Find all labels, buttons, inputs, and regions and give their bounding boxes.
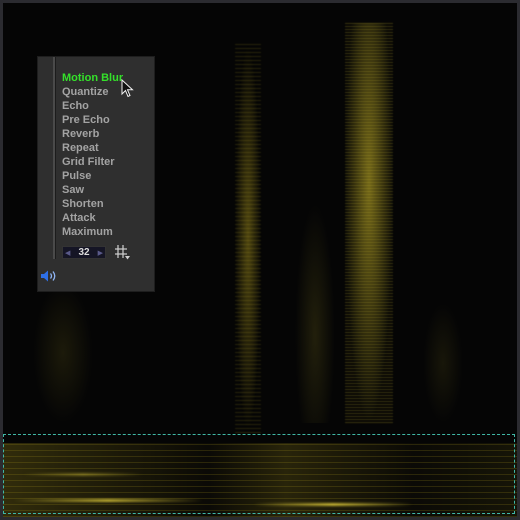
menu-item[interactable]: Saw bbox=[62, 183, 123, 197]
spectrogram-streak bbox=[423, 303, 463, 423]
menu-item[interactable]: Reverb bbox=[62, 127, 123, 141]
menu-item[interactable]: Quantize bbox=[62, 85, 123, 99]
spectrogram-streak bbox=[345, 23, 393, 423]
menu-item[interactable]: Attack bbox=[62, 211, 123, 225]
menu-item[interactable]: Pre Echo bbox=[62, 113, 123, 127]
menu-item[interactable]: Repeat bbox=[62, 141, 123, 155]
effects-menu: Motion Blur Quantize Echo Pre Echo Reverb Rep… bbox=[62, 71, 123, 239]
menu-item[interactable]: Shorten bbox=[62, 197, 123, 211]
selection-marquee[interactable] bbox=[3, 434, 515, 514]
effects-menu-panel: Motion Blur Quantize Echo Pre Echo Reverb Rep… bbox=[37, 56, 155, 292]
menu-item[interactable]: Maximum bbox=[62, 225, 123, 239]
value-stepper[interactable]: ◀ 32 ▶ bbox=[62, 246, 106, 259]
left-arrow-icon[interactable]: ◀ bbox=[65, 249, 70, 257]
spectrogram-streak bbox=[33, 283, 93, 423]
menu-item[interactable]: Echo bbox=[62, 99, 123, 113]
menu-item[interactable]: Pulse bbox=[62, 169, 123, 183]
spectrogram-streak bbox=[235, 43, 261, 433]
panel-divider bbox=[53, 57, 56, 259]
menu-item[interactable]: Motion Blur bbox=[62, 71, 123, 85]
grid-icon[interactable] bbox=[114, 244, 130, 260]
stepper-value: 32 bbox=[78, 247, 90, 258]
right-arrow-icon[interactable]: ▶ bbox=[98, 249, 103, 257]
cursor-icon bbox=[121, 79, 134, 98]
spectrogram-streak bbox=[295, 203, 335, 423]
menu-item[interactable]: Grid Filter bbox=[62, 155, 123, 169]
speaker-icon[interactable] bbox=[40, 269, 58, 283]
